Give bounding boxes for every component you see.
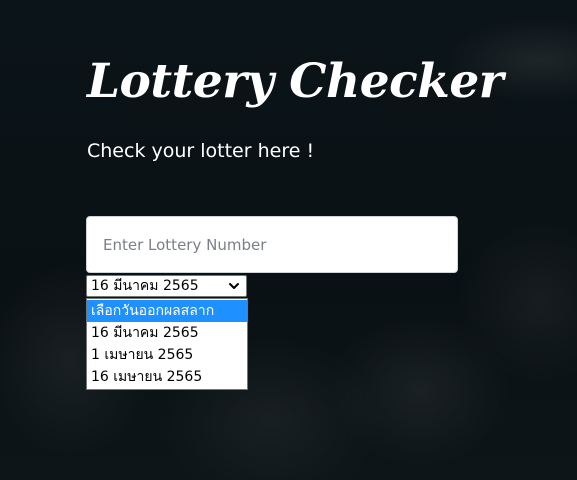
dropdown-option[interactable]: 1 เมษายน 2565 — [87, 344, 247, 366]
lottery-number-input[interactable] — [86, 216, 458, 273]
dropdown-option[interactable]: 16 เมษายน 2565 — [87, 366, 247, 388]
dropdown-option[interactable]: 16 มีนาคม 2565 — [87, 322, 247, 344]
dropdown-option[interactable]: เลือกวันออกผลสลาก — [87, 300, 247, 322]
draw-date-select-value: 16 มีนาคม 2565 — [91, 278, 199, 294]
chevron-down-icon — [229, 283, 239, 289]
page-title: Lottery Checker — [87, 54, 503, 109]
draw-date-dropdown: เลือกวันออกผลสลาก 16 มีนาคม 2565 1 เมษาย… — [86, 298, 248, 390]
page-subtitle: Check your lotter here ! — [87, 140, 315, 162]
draw-date-select[interactable]: 16 มีนาคม 2565 — [86, 275, 247, 297]
